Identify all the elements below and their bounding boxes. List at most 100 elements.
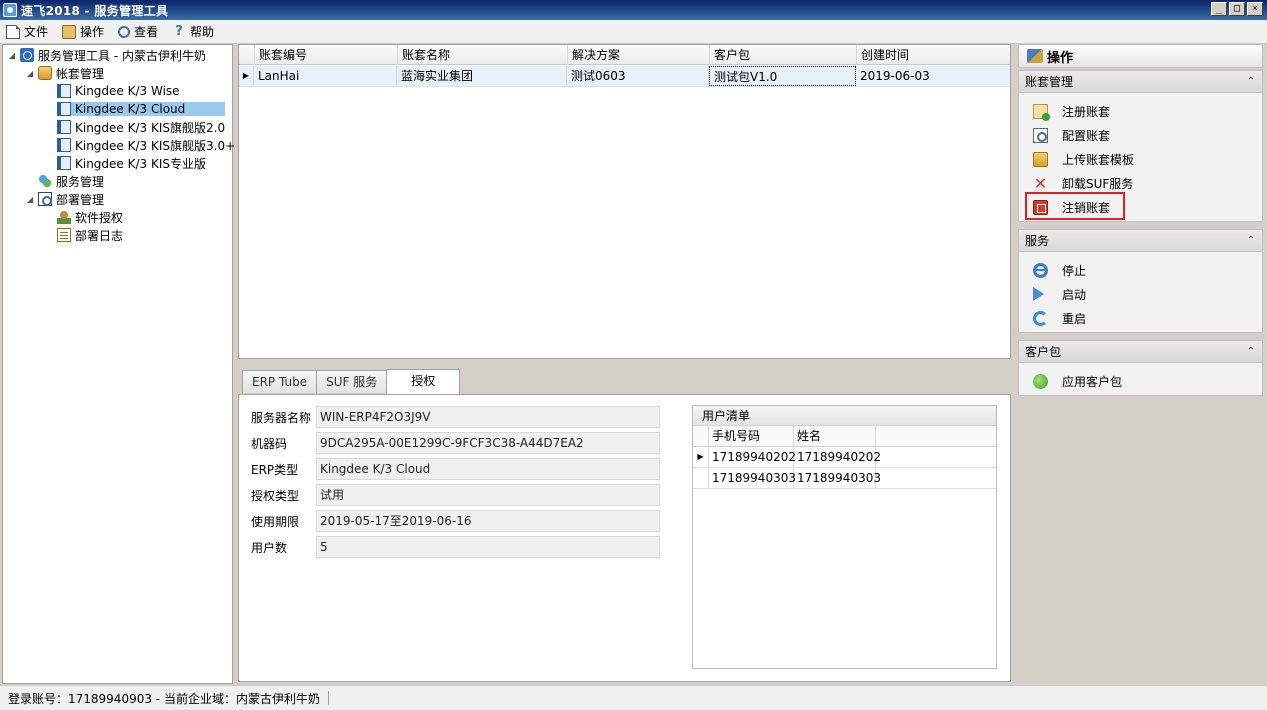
file-icon — [6, 24, 20, 39]
table-cell[interactable]: 17189940202 — [709, 447, 796, 467]
group-title[interactable]: 客户包 ⌃ — [1019, 341, 1262, 363]
table-cell[interactable]: 测试0603 — [567, 66, 709, 86]
apply-package-button[interactable]: 应用客户包 — [1033, 371, 1122, 391]
account-book-icon — [57, 84, 71, 98]
tree-account-wise[interactable]: Kingdee K/3 Wise — [57, 82, 180, 100]
upload-template-button[interactable]: 上传账套模板 — [1033, 149, 1134, 169]
account-book-icon — [57, 156, 71, 170]
column-header[interactable]: 账套名称 — [398, 45, 568, 65]
tree-account-label: Kingdee K/3 KIS旗舰版2.0 — [75, 120, 226, 135]
configure-icon — [1033, 127, 1048, 143]
menu-help[interactable]: ? 帮助 — [172, 23, 214, 40]
expand-arrow-icon[interactable]: ◢ — [25, 69, 35, 78]
column-header[interactable]: 客户包 — [710, 45, 857, 65]
tree-root[interactable]: ◢ 服务管理工具 - 内蒙古伊利牛奶 — [7, 46, 206, 64]
tree-account-label: Kingdee K/3 Wise — [75, 84, 180, 98]
user-license-icon — [57, 210, 71, 224]
start-service-button[interactable]: 启动 — [1033, 284, 1086, 304]
minimize-button[interactable]: _ — [1211, 2, 1227, 16]
folder-upload-icon — [1033, 151, 1048, 167]
table-cell[interactable]: 17189940202 — [794, 447, 881, 467]
table-cell[interactable]: 17189940303 — [709, 468, 796, 488]
group-title[interactable]: 服务 ⌃ — [1019, 230, 1262, 252]
menu-file[interactable]: 文件 — [6, 23, 48, 40]
tree-account-mgmt[interactable]: ◢ 帐套管理 — [25, 64, 104, 82]
grid-corner — [693, 426, 709, 446]
menu-view-label: 查看 — [134, 25, 159, 39]
highlight-box — [1025, 192, 1125, 220]
tab-license[interactable]: 授权 — [386, 369, 461, 394]
collapse-icon[interactable]: ⌃ — [1247, 71, 1255, 93]
tree-account-kis-flagship-3[interactable]: Kingdee K/3 KIS旗舰版3.0+ — [57, 136, 235, 154]
field-label: ERP类型 — [251, 462, 299, 477]
column-header[interactable]: 账套编号 — [255, 45, 398, 65]
server-name-field[interactable]: WIN-ERP4F2O3J9V — [316, 406, 660, 428]
red-x-icon: ✕ — [1033, 173, 1048, 193]
window-controls: _ □ × — [1211, 2, 1263, 16]
menu-operate[interactable]: 操作 — [62, 23, 104, 40]
op-label: 启动 — [1062, 287, 1087, 302]
table-cell[interactable]: LanHai — [254, 66, 397, 86]
validity-field[interactable]: 2019-05-17至2019-06-16 — [316, 510, 660, 532]
table-cell[interactable]: 测试包V1.0 — [709, 66, 856, 86]
menu-help-label: 帮助 — [190, 25, 215, 39]
menu-bar: 文件 操作 查看 ? 帮助 — [0, 20, 1267, 44]
stop-service-button[interactable]: 停止 — [1033, 260, 1086, 280]
column-header[interactable]: 姓名 — [794, 426, 876, 446]
group-title[interactable]: 账套管理 ⌃ — [1019, 71, 1262, 93]
tree-account-mgmt-label: 帐套管理 — [56, 66, 105, 81]
table-row[interactable]: ▶ LanHai 蓝海实业集团 测试0603 测试包V1.0 2019-06-0… — [239, 66, 1010, 87]
group-title-label: 服务 — [1025, 234, 1050, 248]
machine-code-field[interactable]: 9DCA295A-00E1299C-9FCF3C38-A44D7EA2 — [316, 432, 660, 454]
tree-license[interactable]: 软件授权 — [57, 208, 123, 226]
tab-suf-service[interactable]: SUF 服务 — [316, 370, 388, 393]
group-client-package: 客户包 ⌃ 应用客户包 — [1018, 340, 1263, 396]
expand-arrow-icon[interactable]: ◢ — [7, 51, 17, 60]
field-label: 机器码 — [251, 436, 288, 451]
machine-code-row: 机器码 9DCA295A-00E1299C-9FCF3C38-A44D7EA2 — [251, 432, 660, 454]
op-label: 应用客户包 — [1062, 374, 1123, 389]
op-label: 上传账套模板 — [1062, 152, 1135, 167]
tree-deploy-log[interactable]: 部署日志 — [57, 226, 123, 244]
user-count-field[interactable]: 5 — [316, 536, 660, 558]
column-header[interactable]: 手机号码 — [709, 426, 794, 446]
stop-icon — [1033, 262, 1048, 278]
operations-title: 操作 — [1047, 50, 1074, 66]
tab-erp-tube[interactable]: ERP Tube — [242, 370, 318, 393]
window-title: 速飞2018 - 服务管理工具 — [21, 3, 169, 18]
row-indicator-icon — [693, 468, 709, 488]
operations-header: 操作 — [1018, 44, 1263, 68]
tree-deploy-log-label: 部署日志 — [75, 228, 124, 243]
op-label: 配置账套 — [1062, 128, 1111, 143]
tree-deploy-mgmt-label: 部署管理 — [56, 192, 105, 207]
tree-service-mgmt[interactable]: 服务管理 — [38, 172, 104, 190]
uninstall-suf-button[interactable]: ✕ 卸载SUF服务 — [1033, 173, 1134, 193]
table-cell[interactable]: 蓝海实业集团 — [397, 66, 567, 86]
configure-account-button[interactable]: 配置账套 — [1033, 125, 1110, 145]
table-cell[interactable]: 2019-06-03 — [856, 66, 1009, 86]
table-row[interactable]: 17189940303 17189940303 — [693, 468, 996, 489]
tree-account-kis-flagship-2[interactable]: Kingdee K/3 KIS旗舰版2.0 — [57, 118, 225, 136]
register-account-button[interactable]: 注册账套 — [1033, 101, 1110, 121]
collapse-icon[interactable]: ⌃ — [1247, 230, 1255, 252]
collapse-icon[interactable]: ⌃ — [1247, 341, 1255, 363]
tree-account-kis-pro[interactable]: Kingdee K/3 KIS专业版 — [57, 154, 206, 172]
play-icon — [1033, 287, 1044, 301]
table-row[interactable]: ▶ 17189940202 17189940202 — [693, 447, 996, 468]
account-book-icon — [57, 102, 71, 116]
tree-account-cloud[interactable]: Kingdee K/3 Cloud — [57, 100, 225, 118]
column-header[interactable]: 创建时间 — [857, 45, 1010, 65]
license-type-field[interactable]: 试用 — [316, 484, 660, 506]
menu-view[interactable]: 查看 — [118, 23, 158, 40]
erp-type-field[interactable]: Kingdee K/3 Cloud — [316, 458, 660, 480]
tree-root-label: 服务管理工具 - 内蒙古伊利牛奶 — [38, 48, 206, 63]
table-cell[interactable]: 17189940303 — [794, 468, 881, 488]
tree-deploy-mgmt[interactable]: ◢ 部署管理 — [25, 190, 104, 208]
maximize-button[interactable]: □ — [1229, 2, 1245, 16]
column-header[interactable]: 解决方案 — [568, 45, 710, 65]
navigation-tree: ◢ 服务管理工具 - 内蒙古伊利牛奶 ◢ 帐套管理 Kingdee K/3 Wi… — [2, 44, 235, 684]
expand-arrow-icon[interactable]: ◢ — [25, 195, 35, 204]
restart-service-button[interactable]: 重启 — [1033, 308, 1086, 328]
close-button[interactable]: × — [1247, 2, 1263, 16]
group-title-label: 客户包 — [1025, 345, 1062, 359]
